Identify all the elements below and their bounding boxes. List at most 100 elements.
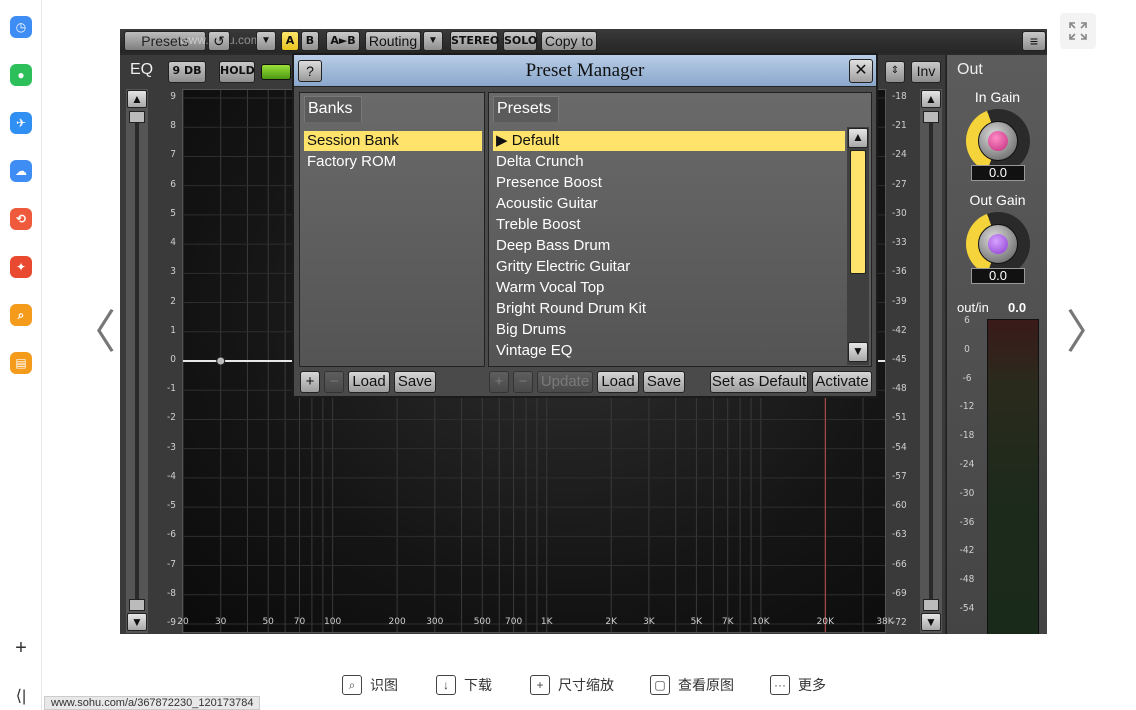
gain-scale-label: -3 xyxy=(167,441,176,453)
scroll-handle-top[interactable] xyxy=(129,111,145,123)
eq-tab[interactable]: EQ xyxy=(130,61,153,79)
meter-scale-label: -42 xyxy=(959,545,975,557)
up-down-stepper-icon[interactable]: ⇕ xyxy=(885,61,905,83)
pdf-convert-app-icon[interactable]: ⟲ xyxy=(10,208,32,230)
out-gain-value[interactable]: 0.0 xyxy=(971,268,1025,284)
previous-image-button[interactable]: 〈 xyxy=(70,304,116,360)
download-button[interactable]: ↓ 下载 xyxy=(436,672,492,698)
db-range-button[interactable]: 9 DB xyxy=(168,61,206,83)
activate-button[interactable]: Activate xyxy=(812,371,872,393)
load-preset-button[interactable]: Load xyxy=(597,371,639,393)
preset-item[interactable]: Bright Round Drum Kit xyxy=(493,299,845,319)
search-app-icon[interactable]: ⌕ xyxy=(10,304,32,326)
scroll-up-icon[interactable]: ▲ xyxy=(127,90,147,108)
clock-app-icon[interactable]: ◷ xyxy=(10,16,32,38)
remove-bank-button[interactable]: − xyxy=(324,371,344,393)
add-icon[interactable]: + xyxy=(10,637,32,659)
scroll-handle-top[interactable] xyxy=(923,111,939,123)
frequency-label: 700 xyxy=(505,617,523,627)
preset-item[interactable]: Delta Crunch xyxy=(493,152,845,172)
bank-item[interactable]: Factory ROM xyxy=(304,152,482,172)
save-bank-button[interactable]: Save xyxy=(394,371,436,393)
preset-item[interactable]: Presence Boost xyxy=(493,173,845,193)
set-as-default-button[interactable]: Set as Default xyxy=(710,371,808,393)
scroll-up-icon[interactable]: ▲ xyxy=(848,128,868,148)
scroll-handle-bottom[interactable] xyxy=(923,599,939,611)
status-url: www.sohu.com/a/367872230_120173784 xyxy=(44,696,261,710)
frequency-label: 38K xyxy=(876,617,894,627)
presets-tab[interactable]: Presets xyxy=(493,96,559,122)
scroll-handle-bottom[interactable] xyxy=(129,599,145,611)
cloud-app-icon[interactable]: ☁ xyxy=(10,160,32,182)
preset-item[interactable]: Acoustic Guitar xyxy=(493,194,845,214)
left-scroll-column[interactable]: ▲ ▼ xyxy=(126,89,148,633)
frequency-label: 3K xyxy=(643,617,655,627)
undo-icon[interactable]: ↺ xyxy=(208,31,230,51)
scroll-up-icon[interactable]: ▲ xyxy=(921,90,941,108)
eq-band-handle[interactable] xyxy=(216,356,226,366)
menu-icon[interactable]: ≡ xyxy=(1022,31,1046,51)
frequency-label: 20 xyxy=(177,617,189,627)
right-scroll-column[interactable]: ▲ ▼ xyxy=(920,89,942,633)
bank-item[interactable]: Session Bank xyxy=(304,131,482,151)
scroll-thumb[interactable] xyxy=(850,150,866,274)
preset-item[interactable]: Warm Vocal Top xyxy=(493,278,845,298)
wechat-app-icon[interactable]: ● xyxy=(10,64,32,86)
recognize-image-button[interactable]: ⌕ 识图 xyxy=(342,672,398,698)
copy-to-button[interactable]: Copy to xyxy=(541,31,597,51)
fullscreen-icon[interactable] xyxy=(1060,13,1096,49)
add-bank-button[interactable]: + xyxy=(300,371,320,393)
acrobat-app-icon[interactable]: ✦ xyxy=(10,256,32,278)
preset-item[interactable]: Big Drums xyxy=(493,320,845,340)
remove-preset-button[interactable]: − xyxy=(513,371,533,393)
gain-scale-label: -5 xyxy=(167,500,176,512)
update-preset-button[interactable]: Update xyxy=(537,371,593,393)
presets-scrollbar[interactable]: ▲ ▼ xyxy=(847,127,869,365)
out-tab[interactable]: Out xyxy=(957,61,983,79)
outin-label: out/in xyxy=(957,300,989,315)
stereo-button[interactable]: STEREO xyxy=(450,31,499,51)
copy-a-to-b-button[interactable]: A►B xyxy=(326,31,360,51)
scroll-track xyxy=(929,123,933,603)
in-gain-knob[interactable] xyxy=(966,109,1030,173)
reader-app-icon[interactable]: ▤ xyxy=(10,352,32,374)
gain-scale-label: 9 xyxy=(170,91,176,102)
preset-item[interactable]: Vintage EQ xyxy=(493,341,845,361)
plugin-topbar: Presets www.sohu.com ↺ ▼ A B A►B Routing… xyxy=(120,29,1047,53)
frequency-label: 2K xyxy=(605,617,618,627)
plane-app-icon[interactable]: ✈ xyxy=(10,112,32,134)
b-slot-button[interactable]: B xyxy=(301,31,319,51)
level-scale-label: -66 xyxy=(892,558,907,570)
preset-item[interactable]: Deep Bass Drum xyxy=(493,236,845,256)
resize-button[interactable]: + 尺寸缩放 xyxy=(530,672,614,698)
a-slot-button[interactable]: A xyxy=(281,31,299,51)
scroll-down-icon[interactable]: ▼ xyxy=(848,342,868,362)
level-scale-label: -51 xyxy=(892,412,907,424)
load-bank-button[interactable]: Load xyxy=(348,371,390,393)
collapse-sidebar-icon[interactable]: ⟨| xyxy=(10,686,32,708)
led-indicator[interactable] xyxy=(261,64,291,80)
save-preset-button[interactable]: Save xyxy=(643,371,685,393)
in-gain-value[interactable]: 0.0 xyxy=(971,165,1025,181)
scroll-down-icon[interactable]: ▼ xyxy=(921,613,941,631)
close-icon[interactable]: ✕ xyxy=(849,59,873,83)
more-button[interactable]: ··· 更多 xyxy=(770,672,826,698)
solo-button[interactable]: SOLO xyxy=(503,31,537,51)
meter-scale-label: -18 xyxy=(959,430,975,442)
preset-item[interactable]: Treble Boost xyxy=(493,215,845,235)
scroll-down-icon[interactable]: ▼ xyxy=(127,613,147,631)
out-gain-knob[interactable] xyxy=(966,212,1030,276)
view-original-button[interactable]: ▢ 查看原图 xyxy=(650,672,734,698)
next-image-button[interactable]: 〉 xyxy=(1066,304,1112,360)
presets-dropdown-icon[interactable]: ▼ xyxy=(256,31,276,51)
preset-item[interactable]: Gritty Electric Guitar xyxy=(493,257,845,277)
invert-button[interactable]: Inv xyxy=(911,61,941,83)
hold-button[interactable]: HOLD xyxy=(219,61,255,83)
routing-button[interactable]: Routing xyxy=(365,31,421,51)
scroll-track xyxy=(135,123,139,603)
preset-item[interactable]: ▶ Default xyxy=(493,131,845,151)
output-panel: Out In Gain 0.0 Out Gain 0.0 out/in 0.0 … xyxy=(946,55,1047,634)
add-preset-button[interactable]: + xyxy=(489,371,509,393)
routing-dropdown-icon[interactable]: ▼ xyxy=(423,31,443,51)
banks-tab[interactable]: Banks xyxy=(304,96,362,122)
